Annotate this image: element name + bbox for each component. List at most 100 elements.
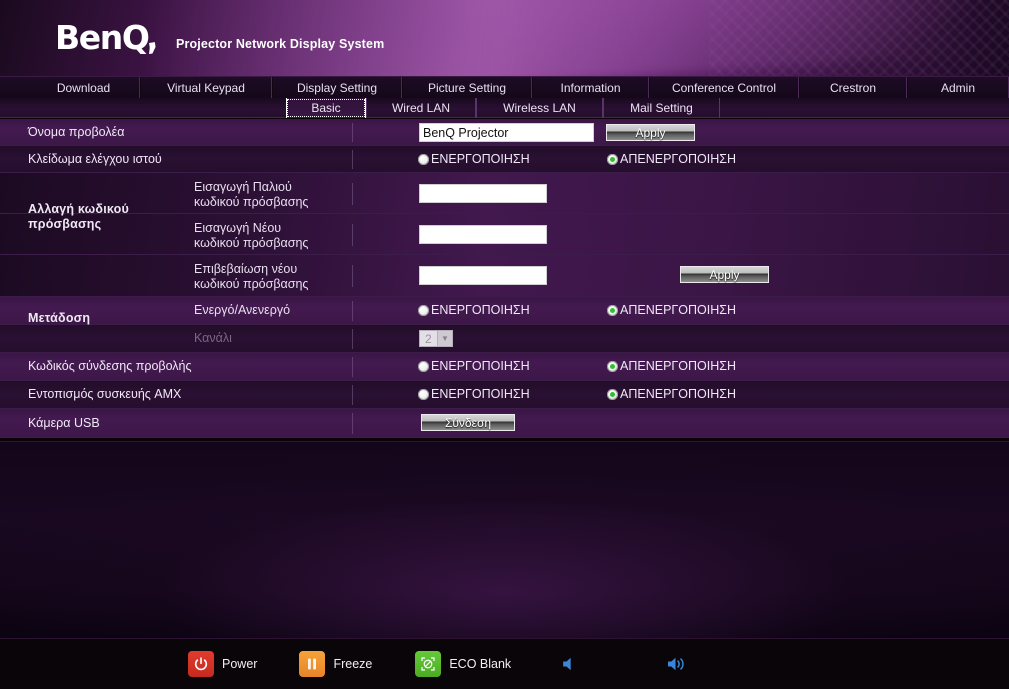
main-navigation: Download Virtual Keypad Display Setting Pic… <box>0 76 1009 98</box>
speaker-mute-icon[interactable] <box>559 654 579 674</box>
broadcast-channel-select[interactable]: 2 ▼ <box>419 330 453 347</box>
main-nav-tab-admin[interactable]: Admin <box>907 77 1009 98</box>
page-header: BenQ, Projector Network Display System <box>0 0 1009 76</box>
row-divider <box>352 123 353 142</box>
main-nav-tab-crestron[interactable]: Crestron <box>799 77 907 98</box>
confirm-password-input[interactable] <box>419 266 547 285</box>
row-divider <box>352 265 353 287</box>
power-label: Power <box>222 657 258 671</box>
main-nav-tab-label: Picture Setting <box>427 80 507 95</box>
settings-form: Όνομα προβολέα Apply Κλείδωμα ελέγχου ισ… <box>0 119 1009 438</box>
main-nav-tab-label: Information <box>560 80 621 95</box>
sub-nav-tab-wireless-lan[interactable]: Wireless LAN <box>476 98 603 118</box>
radio-circle-icon <box>607 153 618 165</box>
projection-login-code-off-radio[interactable]: ΑΠΕΝΕΡΓΟΠΟΙΗΣΗ <box>607 359 736 373</box>
main-nav-tab-virtual-keypad[interactable]: Virtual Keypad <box>140 77 272 98</box>
eco-blank-label: ECO Blank <box>449 657 512 671</box>
old-password-label: Εισαγωγή Παλιού κωδικού πρόσβασης <box>194 180 309 209</box>
main-nav-tab-label: Conference Control <box>671 80 777 95</box>
row-divider <box>352 329 353 349</box>
row-web-control-lock: Κλείδωμα ελέγχου ιστού ΕΝΕΡΓΟΠΟΙΗΣΗ ΑΠΕΝ… <box>0 146 1009 173</box>
sub-nav-tab-mail-setting[interactable]: Mail Setting <box>603 98 720 118</box>
amx-on-radio[interactable]: ΕΝΕΡΓΟΠΟΙΗΣΗ <box>418 387 530 401</box>
page-body-background <box>0 441 1009 638</box>
row-divider <box>352 224 353 246</box>
radio-circle-icon <box>418 304 429 316</box>
row-amx-device-discovery: Εντοπισμός συσκευής AMX ΕΝΕΡΓΟΠΟΙΗΣΗ ΑΠΕ… <box>0 381 1009 409</box>
broadcast-enable-label: Ενεργό/Ανενεργό <box>194 303 291 317</box>
freeze-button[interactable]: Freeze <box>299 651 372 677</box>
speaker-volume-icon[interactable] <box>665 654 691 674</box>
amx-device-discovery-label: Εντοπισμός συσκευής AMX <box>28 387 182 401</box>
radio-label: ΑΠΕΝΕΡΓΟΠΟΙΗΣΗ <box>620 152 737 166</box>
projector-web-control-page: BenQ, Projector Network Display System D… <box>0 0 1009 689</box>
radio-label: ΕΝΕΡΓΟΠΟΙΗΣΗ <box>431 387 530 401</box>
sub-nav-tab-label: Basic <box>311 101 341 115</box>
eco-blank-icon <box>415 651 442 677</box>
row-projector-name: Όνομα προβολέα Apply <box>0 119 1009 146</box>
radio-label: ΕΝΕΡΓΟΠΟΙΗΣΗ <box>431 303 530 317</box>
usb-camera-connect-button[interactable]: Σύνδεση <box>421 414 515 431</box>
web-control-lock-label: Κλείδωμα ελέγχου ιστού <box>28 152 162 166</box>
radio-circle-icon <box>418 153 429 165</box>
projection-login-code-label: Κωδικός σύνδεσης προβολής <box>28 359 192 373</box>
broadcast-on-radio[interactable]: ΕΝΕΡΓΟΠΟΙΗΣΗ <box>418 303 530 317</box>
main-nav-tab-picture-setting[interactable]: Picture Setting <box>402 77 532 98</box>
broadcast-channel-label: Κανάλι <box>194 331 232 345</box>
projector-name-input[interactable] <box>419 123 594 142</box>
row-divider <box>352 413 353 434</box>
amx-off-radio[interactable]: ΑΠΕΝΕΡΓΟΠΟΙΗΣΗ <box>607 387 736 401</box>
radio-label: ΕΝΕΡΓΟΠΟΙΗΣΗ <box>431 152 530 166</box>
eco-blank-button[interactable]: ECO Blank <box>415 651 511 677</box>
change-password-apply-button[interactable]: Apply <box>680 266 769 283</box>
sub-nav-tab-label: Mail Setting <box>630 101 693 115</box>
power-button[interactable]: Power <box>188 651 257 677</box>
new-password-input[interactable] <box>419 225 547 244</box>
main-nav-tab-conference-control[interactable]: Conference Control <box>649 77 799 98</box>
radio-circle-icon <box>607 360 618 372</box>
radio-circle-icon <box>418 360 429 372</box>
row-confirm-password: Επιβεβαίωση νέου κωδικού πρόσβασης Apply <box>0 255 1009 297</box>
row-usb-camera: Κάμερα USB Σύνδεση <box>0 409 1009 438</box>
row-divider <box>352 301 353 321</box>
freeze-label: Freeze <box>333 657 373 671</box>
confirm-password-label: Επιβεβαίωση νέου κωδικού πρόσβασης <box>194 262 309 291</box>
old-password-input[interactable] <box>419 184 547 203</box>
new-password-label: Εισαγωγή Νέου κωδικού πρόσβασης <box>194 221 309 250</box>
row-broadcast-enable: Ενεργό/Ανενεργό ΕΝΕΡΓΟΠΟΙΗΣΗ ΑΠΕΝΕΡΓΟΠΟΙ… <box>0 297 1009 325</box>
sub-nav-tab-wired-lan[interactable]: Wired LAN <box>366 98 476 118</box>
broadcast-group-label: Μετάδοση <box>28 311 91 325</box>
projector-name-label: Όνομα προβολέα <box>28 125 125 139</box>
row-old-password: Εισαγωγή Παλιού κωδικού πρόσβασης <box>0 173 1009 214</box>
benq-logo: BenQ, <box>55 17 160 58</box>
bottom-control-bar: Power Freeze ECO Blank <box>0 638 1009 689</box>
radio-label: ΑΠΕΝΕΡΓΟΠΟΙΗΣΗ <box>620 387 737 401</box>
radio-label: ΕΝΕΡΓΟΠΟΙΗΣΗ <box>431 359 530 373</box>
radio-label: ΑΠΕΝΕΡΓΟΠΟΙΗΣΗ <box>620 359 737 373</box>
main-nav-tab-label: Download <box>56 80 111 95</box>
radio-circle-icon <box>418 388 429 400</box>
sub-nav-tab-label: Wired LAN <box>391 101 450 115</box>
projection-login-code-on-radio[interactable]: ΕΝΕΡΓΟΠΟΙΗΣΗ <box>418 359 530 373</box>
radio-circle-icon <box>607 388 618 400</box>
main-nav-tab-label: Admin <box>940 80 975 95</box>
row-divider <box>352 357 353 377</box>
main-nav-tab-display-setting[interactable]: Display Setting <box>272 77 402 98</box>
main-nav-tab-label: Virtual Keypad <box>167 80 245 95</box>
radio-circle-icon <box>607 304 618 316</box>
chevron-down-icon: ▼ <box>437 331 452 346</box>
broadcast-channel-value: 2 <box>425 331 432 346</box>
row-new-password: Αλλαγή κωδικού πρόσβασης Εισαγωγή Νέου κ… <box>0 202 1009 255</box>
web-control-lock-off-radio[interactable]: ΑΠΕΝΕΡΓΟΠΟΙΗΣΗ <box>607 152 736 166</box>
projector-name-apply-button[interactable]: Apply <box>606 124 695 141</box>
broadcast-off-radio[interactable]: ΑΠΕΝΕΡΓΟΠΟΙΗΣΗ <box>607 303 736 317</box>
row-divider <box>352 150 353 169</box>
main-nav-tab-label: Display Setting <box>296 80 378 95</box>
main-nav-tab-download[interactable]: Download <box>28 77 140 98</box>
web-control-lock-on-radio[interactable]: ΕΝΕΡΓΟΠΟΙΗΣΗ <box>418 152 530 166</box>
sub-nav-tab-basic[interactable]: Basic <box>286 98 366 118</box>
power-icon <box>188 651 214 677</box>
main-nav-tab-information[interactable]: Information <box>532 77 649 98</box>
row-projection-login-code: Κωδικός σύνδεσης προβολής ΕΝΕΡΓΟΠΟΙΗΣΗ Α… <box>0 353 1009 381</box>
change-password-group-label: Αλλαγή κωδικού πρόσβασης <box>28 202 129 231</box>
